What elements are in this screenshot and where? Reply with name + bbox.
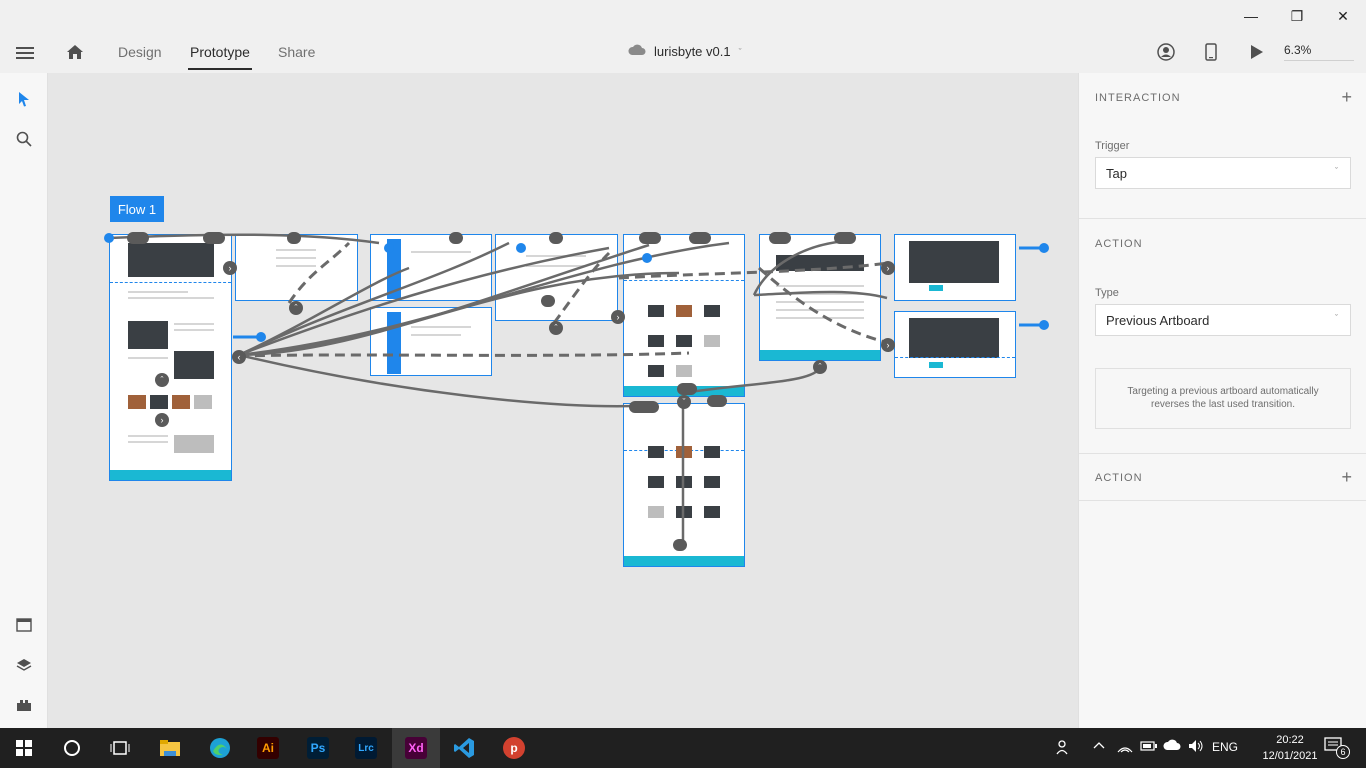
- people-icon[interactable]: [1055, 738, 1073, 759]
- chevron-right-icon[interactable]: ›: [223, 261, 237, 275]
- document-assets-icon[interactable]: [14, 615, 34, 635]
- search-circle-icon[interactable]: [48, 728, 96, 768]
- prototype-canvas[interactable]: Flow 1 › ‹ ˆ ˆ › › › ˆ ˇ › ˆ: [49, 73, 1078, 728]
- photoshop-app-icon[interactable]: Ps: [294, 728, 342, 768]
- divider: [1079, 453, 1366, 454]
- plugins-icon[interactable]: [14, 695, 34, 715]
- zoom-level-field[interactable]: 6.3%: [1284, 43, 1354, 61]
- transition-note: Targeting a previous artboard automatica…: [1095, 368, 1351, 429]
- cloud-offline-icon: [628, 44, 646, 59]
- action-header: ACTION: [1095, 238, 1143, 250]
- zoom-tool-icon[interactable]: [14, 129, 34, 149]
- prototype-wires: [104, 232, 1049, 551]
- system-clock[interactable]: 20:22 12/01/2021: [1260, 732, 1320, 764]
- clock-date: 12/01/2021: [1262, 750, 1318, 762]
- file-explorer-icon[interactable]: [146, 728, 194, 768]
- hamburger-menu-icon[interactable]: [14, 44, 36, 62]
- task-view-icon[interactable]: [96, 728, 144, 768]
- chevron-up-icon[interactable]: ˆ: [813, 360, 827, 374]
- volume-icon[interactable]: [1187, 738, 1205, 757]
- divider: [1079, 500, 1366, 501]
- second-action-header: ACTION: [1095, 472, 1143, 484]
- chevron-down-icon: ˇ: [1335, 313, 1338, 323]
- chevron-up-icon[interactable]: ˆ: [289, 301, 303, 315]
- lightroom-classic-app-icon[interactable]: Lrc: [342, 728, 390, 768]
- edge-browser-icon[interactable]: [196, 728, 244, 768]
- home-icon[interactable]: [64, 42, 86, 62]
- chevron-down-icon: ˇ: [738, 46, 742, 57]
- restore-button[interactable]: ❐: [1274, 0, 1320, 32]
- tab-prototype[interactable]: Prototype: [188, 44, 252, 70]
- select-tool-icon[interactable]: [14, 89, 34, 109]
- chevron-right-icon[interactable]: ›: [611, 310, 625, 324]
- onedrive-icon[interactable]: [1163, 739, 1181, 754]
- add-action-icon[interactable]: +: [1341, 467, 1352, 488]
- trigger-label: Trigger: [1095, 140, 1130, 152]
- user-share-icon[interactable]: [1156, 42, 1176, 62]
- notification-count: 6: [1336, 745, 1350, 759]
- type-value: Previous Artboard: [1106, 313, 1210, 328]
- minimize-button[interactable]: —: [1228, 0, 1274, 32]
- type-select[interactable]: Previous Artboard ˇ: [1095, 304, 1351, 336]
- windows-start-icon[interactable]: [0, 728, 48, 768]
- document-title[interactable]: lurisbyte v0.1 ˇ: [628, 44, 742, 59]
- chevron-up-icon[interactable]: ˆ: [549, 321, 563, 335]
- illustrator-app-icon[interactable]: Ai: [244, 728, 292, 768]
- layers-icon[interactable]: [14, 655, 34, 675]
- clock-time: 20:22: [1276, 734, 1304, 746]
- window-title-bar: — ❐ ✕: [0, 0, 1366, 32]
- tab-share[interactable]: Share: [278, 44, 315, 60]
- trigger-value: Tap: [1106, 166, 1127, 181]
- interaction-header: INTERACTION: [1095, 92, 1181, 104]
- mobile-preview-icon[interactable]: [1203, 42, 1219, 62]
- chevron-down-icon: ˇ: [1335, 166, 1338, 176]
- chevron-right-icon[interactable]: ›: [155, 413, 169, 427]
- play-preview-icon[interactable]: [1248, 42, 1266, 62]
- chevron-down-icon[interactable]: ˇ: [677, 395, 691, 409]
- language-indicator[interactable]: ENG: [1212, 740, 1238, 754]
- vscode-app-icon[interactable]: [440, 728, 488, 768]
- document-name: lurisbyte v0.1: [654, 44, 731, 59]
- chevron-left-icon[interactable]: ‹: [232, 350, 246, 364]
- psiphon-app-icon[interactable]: p: [490, 728, 538, 768]
- tab-design[interactable]: Design: [118, 44, 162, 60]
- tray-chevron-up-icon[interactable]: [1092, 738, 1106, 755]
- battery-icon[interactable]: [1140, 739, 1158, 756]
- add-interaction-icon[interactable]: +: [1341, 87, 1352, 108]
- wifi-icon[interactable]: [1116, 738, 1134, 757]
- type-label: Type: [1095, 287, 1119, 299]
- left-toolbar: [0, 73, 48, 728]
- trigger-select[interactable]: Tap ˇ: [1095, 157, 1351, 189]
- chevron-up-icon[interactable]: ˆ: [155, 373, 169, 387]
- interaction-panel: INTERACTION + Trigger Tap ˇ ACTION Type …: [1078, 73, 1366, 728]
- notifications-icon[interactable]: 6: [1324, 736, 1350, 759]
- close-button[interactable]: ✕: [1320, 0, 1366, 32]
- chevron-right-icon[interactable]: ›: [881, 338, 895, 352]
- adobe-xd-app-icon[interactable]: Xd: [392, 728, 440, 768]
- divider: [1079, 218, 1366, 219]
- app-bar: Design Prototype Share lurisbyte v0.1 ˇ …: [0, 32, 1366, 73]
- windows-taskbar: Ai Ps Lrc Xd p ENG 20:22 12/01/2021 6: [0, 728, 1366, 768]
- chevron-right-icon[interactable]: ›: [881, 261, 895, 275]
